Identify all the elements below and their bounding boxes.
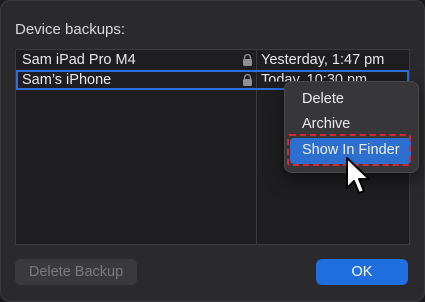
dialog-title: Device backups: <box>15 21 126 38</box>
table-row[interactable]: Sam iPad Pro M4 Yesterday, 1:47 pm <box>16 50 409 70</box>
delete-backup-button[interactable]: Delete Backup <box>15 259 137 285</box>
backup-name: Sam’s iPhone <box>22 72 112 88</box>
backup-date: Yesterday, 1:47 pm <box>261 52 385 68</box>
menu-item-delete[interactable]: Delete <box>290 87 411 111</box>
menu-item-archive[interactable]: Archive <box>290 112 411 136</box>
backup-name: Sam iPad Pro M4 <box>22 52 136 68</box>
mouse-pointer-icon <box>346 157 370 194</box>
menu-item-label: Delete <box>302 91 344 107</box>
ok-button[interactable]: OK <box>316 259 408 285</box>
device-backups-dialog: Device backups: Sam iPad Pro M4 Yesterda… <box>0 0 425 302</box>
lock-icon <box>243 74 252 86</box>
menu-item-label: Archive <box>302 116 351 132</box>
lock-icon <box>243 54 252 66</box>
